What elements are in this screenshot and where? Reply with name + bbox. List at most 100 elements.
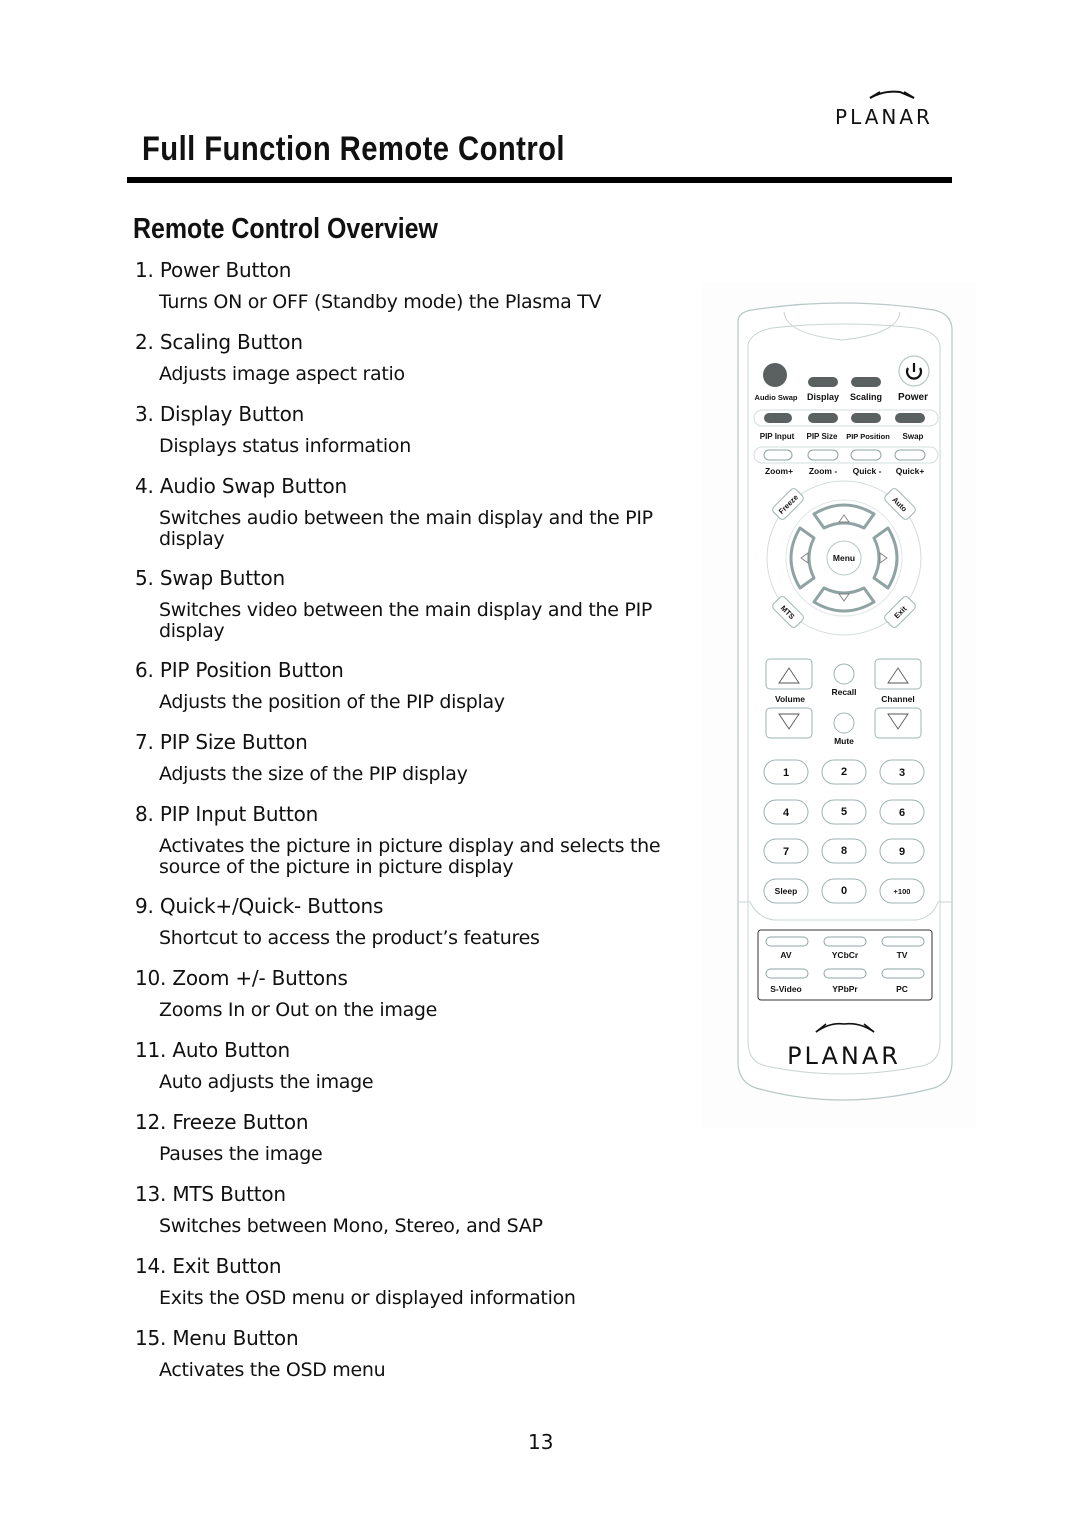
tv-label: TV: [897, 950, 908, 960]
item-description: Activates the picture in picture display…: [159, 835, 661, 878]
list-item: 9. Quick+/Quick- Buttons Shortcut to acce…: [135, 892, 695, 964]
volume-down-button[interactable]: [765, 707, 813, 739]
pc-button[interactable]: [881, 968, 925, 979]
ycbcr-button[interactable]: [823, 936, 867, 947]
scaling-label: Scaling: [850, 392, 882, 402]
plus-100-label: +100: [894, 887, 911, 896]
recall-button[interactable]: [833, 663, 855, 685]
pip-input-button[interactable]: [764, 413, 792, 423]
item-heading: 3. Display Button: [135, 402, 305, 426]
list-item: 2. Scaling Button Adjusts image aspect ra…: [135, 328, 695, 400]
item-heading: 11. Auto Button: [135, 1038, 290, 1062]
recall-label: Recall: [831, 687, 856, 697]
item-description: Zooms In or Out on the image: [159, 999, 438, 1021]
key-0-label: 0: [841, 885, 847, 897]
list-item: 1. Power Button Turns ON or OFF (Standby …: [135, 256, 695, 328]
zoom-plus-label: Zoom+: [765, 466, 793, 476]
item-description: Displays status information: [159, 435, 411, 457]
list-item: 4. Audio Swap Button Switches audio betwe…: [135, 472, 695, 564]
item-heading: 4. Audio Swap Button: [135, 474, 347, 498]
ypbpr-button[interactable]: [823, 968, 867, 979]
zoom-plus-button[interactable]: [763, 449, 793, 461]
item-description: Activates the OSD menu: [159, 1359, 386, 1381]
list-item: 6. PIP Position Button Adjusts the positi…: [135, 656, 695, 728]
volume-label: Volume: [775, 694, 805, 704]
swap-button[interactable]: [895, 413, 925, 423]
menu-label: Menu: [833, 553, 855, 563]
key-4-label: 4: [783, 807, 790, 819]
audio-swap-button[interactable]: [763, 363, 787, 387]
item-description: Adjusts the size of the PIP display: [159, 763, 468, 785]
av-button[interactable]: [765, 936, 809, 947]
list-item: 10. Zoom +/- Buttons Zooms In or Out on t…: [135, 964, 695, 1036]
item-heading: 5. Swap Button: [135, 566, 285, 590]
key-6-label: 6: [899, 807, 905, 819]
s-video-button[interactable]: [765, 968, 809, 979]
pip-position-button[interactable]: [851, 413, 881, 423]
item-heading: 12. Freeze Button: [135, 1110, 309, 1134]
list-item: 15. Menu Button Activates the OSD menu: [135, 1324, 695, 1396]
s-video-label: S-Video: [770, 984, 802, 994]
zoom-minus-label: Zoom -: [809, 466, 837, 476]
item-heading: 8. PIP Input Button: [135, 802, 319, 826]
remote-control-illustration: Audio Swap Display Scaling Power PIP Inp…: [737, 302, 953, 1101]
item-heading: 6. PIP Position Button: [135, 658, 344, 682]
item-heading: 10. Zoom +/- Buttons: [135, 966, 348, 990]
list-item: 5. Swap Button Switches video between the…: [135, 564, 695, 656]
quick-minus-label: Quick -: [853, 466, 882, 476]
item-heading: 1. Power Button: [135, 258, 292, 282]
page-title: Full Function Remote Control: [142, 130, 565, 168]
item-description: Switches between Mono, Stereo, and SAP: [159, 1215, 543, 1237]
key-3-label: 3: [899, 767, 905, 779]
volume-up-button[interactable]: [765, 658, 813, 690]
key-9-label: 9: [899, 846, 905, 858]
key-8-label: 8: [841, 845, 847, 857]
mute-button[interactable]: [833, 712, 855, 734]
av-label: AV: [780, 950, 792, 960]
item-description: Adjusts image aspect ratio: [159, 363, 405, 385]
audio-swap-label: Audio Swap: [755, 393, 798, 402]
scaling-button[interactable]: [851, 377, 881, 387]
quick-plus-label: Quick+: [896, 466, 925, 476]
button-description-list: 1. Power Button Turns ON or OFF (Standby …: [135, 256, 695, 1396]
channel-down-button[interactable]: [874, 707, 922, 739]
list-item: 7. PIP Size Button Adjusts the size of th…: [135, 728, 695, 800]
planar-logo: PLANAR: [835, 90, 930, 129]
item-heading: 13. MTS Button: [135, 1182, 286, 1206]
item-description: Switches audio between the main display …: [159, 507, 653, 550]
power-label: Power: [898, 392, 928, 403]
item-heading: 14. Exit Button: [135, 1254, 282, 1278]
tv-button[interactable]: [881, 936, 925, 947]
zoom-minus-button[interactable]: [807, 449, 839, 461]
item-description: Switches video between the main display …: [159, 599, 653, 642]
pc-label: PC: [896, 984, 908, 994]
ypbpr-label: YPbPr: [832, 984, 858, 994]
item-heading: 9. Quick+/Quick- Buttons: [135, 894, 384, 918]
list-item: 14. Exit Button Exits the OSD menu or dis…: [135, 1252, 695, 1324]
ycbcr-label: YCbCr: [832, 950, 859, 960]
item-description: Shortcut to access the product’s feature…: [159, 927, 540, 949]
list-item: 8. PIP Input Button Activates the picture…: [135, 800, 695, 892]
sleep-label: Sleep: [775, 886, 798, 896]
section-title: Remote Control Overview: [133, 213, 438, 245]
list-item: 12. Freeze Button Pauses the image: [135, 1108, 695, 1180]
item-description: Turns ON or OFF (Standby mode) the Plasm…: [159, 291, 602, 313]
item-heading: 7. PIP Size Button: [135, 730, 308, 754]
remote-brand-text: PLANAR: [787, 1042, 901, 1070]
pip-input-label: PIP Input: [760, 432, 795, 441]
key-2-label: 2: [841, 766, 847, 778]
key-1-label: 1: [783, 767, 789, 779]
mute-label: Mute: [834, 736, 854, 746]
list-item: 13. MTS Button Switches between Mono, Ste…: [135, 1180, 695, 1252]
title-divider: [127, 177, 952, 183]
channel-up-button[interactable]: [874, 658, 922, 690]
list-item: 11. Auto Button Auto adjusts the image: [135, 1036, 695, 1108]
quick-plus-button[interactable]: [894, 449, 926, 461]
item-description: Exits the OSD menu or displayed informat…: [159, 1287, 576, 1309]
quick-minus-button[interactable]: [850, 449, 882, 461]
display-button[interactable]: [808, 377, 838, 387]
pip-size-label: PIP Size: [807, 432, 839, 441]
key-5-label: 5: [841, 806, 847, 818]
page-number: 13: [528, 1430, 554, 1454]
pip-size-button[interactable]: [808, 413, 838, 423]
